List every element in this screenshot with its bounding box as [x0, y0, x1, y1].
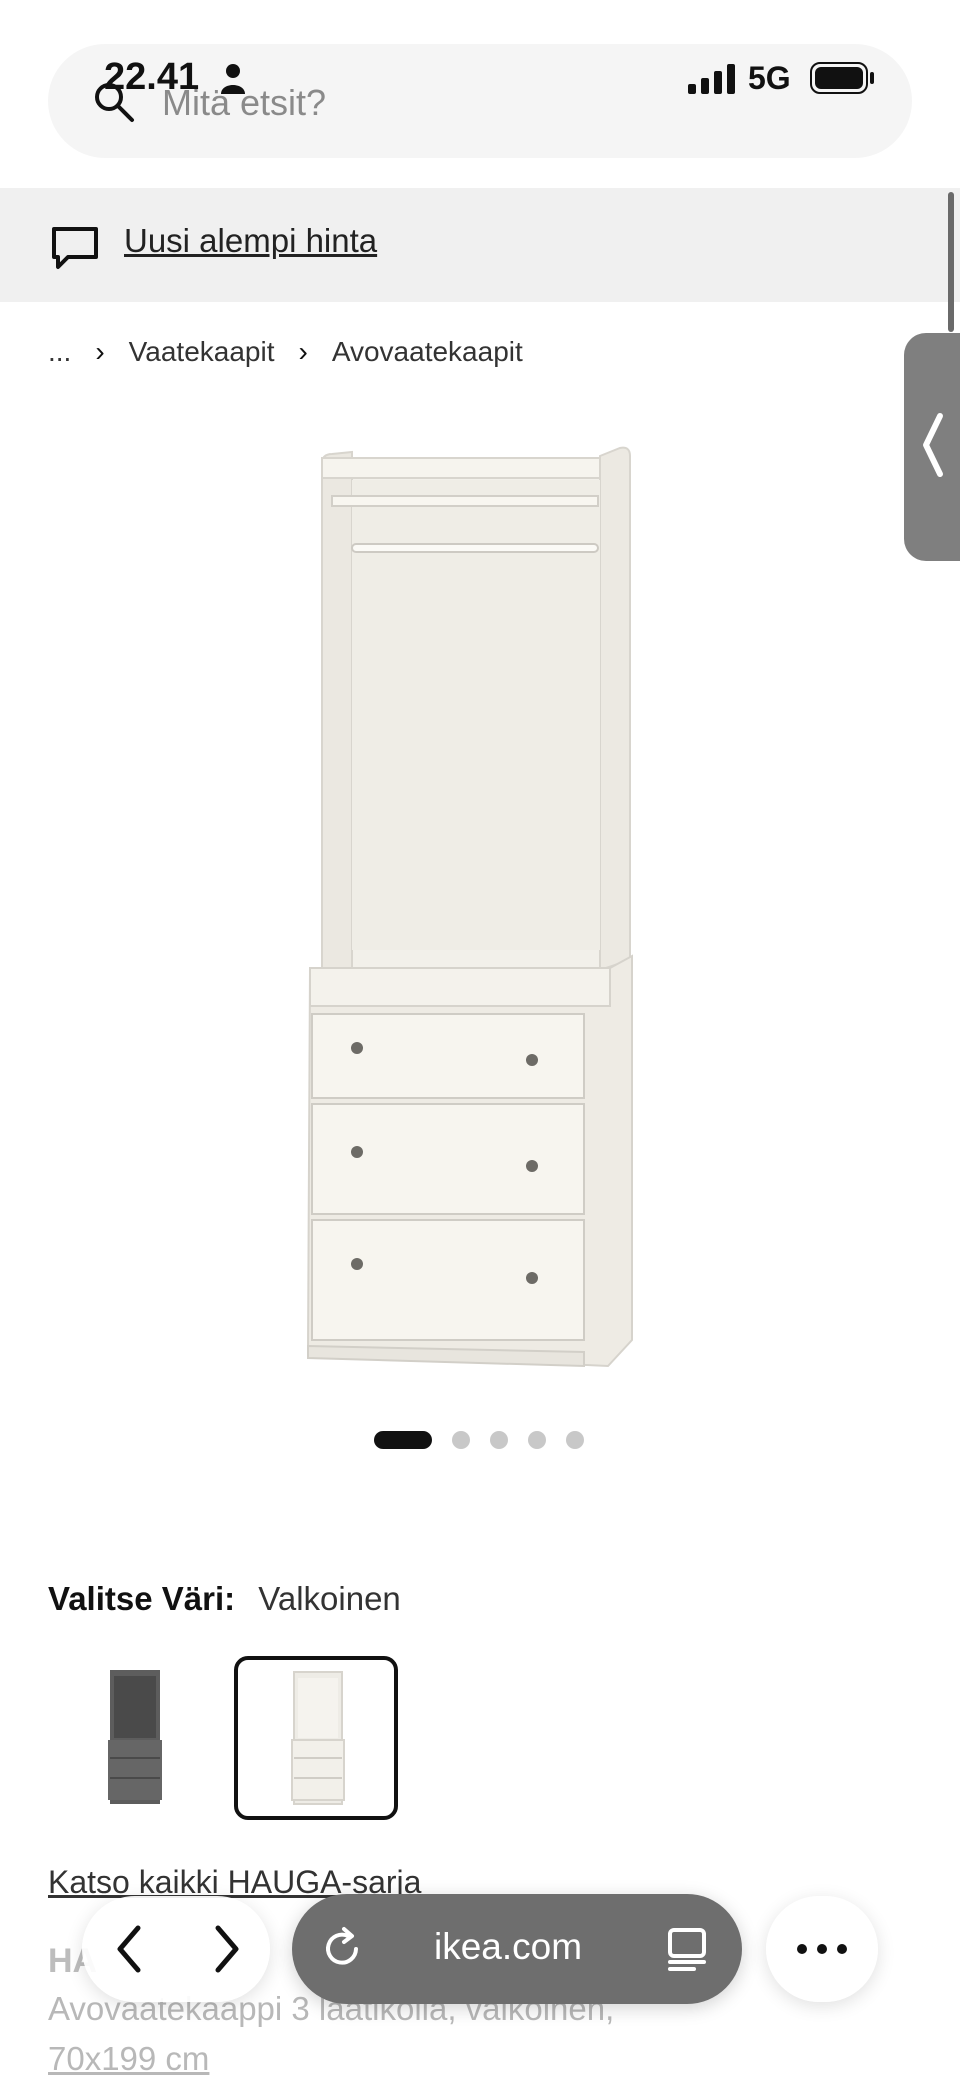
- tabs-icon[interactable]: [664, 1926, 710, 1972]
- color-value: Valkoinen: [258, 1580, 401, 1617]
- grey-wardrobe-thumbnail: [108, 1670, 162, 1804]
- product-size-link[interactable]: 70x199 cm: [48, 2040, 209, 2078]
- person-icon: [221, 64, 245, 94]
- color-selection: Valitse Väri: Valkoinen: [48, 1580, 401, 1618]
- chevron-right-icon: ›: [95, 336, 105, 367]
- image-carousel-dots[interactable]: [374, 1430, 584, 1450]
- chevron-left-icon: [923, 413, 943, 477]
- status-time: 22.41: [104, 56, 200, 98]
- chat-bubble-icon: [52, 227, 98, 269]
- promo-link[interactable]: Uusi alempi hinta: [124, 222, 377, 260]
- battery-icon: [810, 62, 874, 94]
- more-icon[interactable]: [794, 1936, 850, 1962]
- chevron-right-icon: ›: [298, 336, 308, 367]
- breadcrumb-item-vaatekaapit[interactable]: Vaatekaapit: [129, 336, 275, 368]
- url-text[interactable]: ikea.com: [434, 1926, 582, 1968]
- color-swatch-white[interactable]: [234, 1656, 398, 1820]
- forward-icon[interactable]: [204, 1922, 248, 1976]
- breadcrumb: ... › Vaatekaapit › Avovaatekaapit: [48, 336, 523, 368]
- color-label: Valitse Väri:: [48, 1580, 236, 1617]
- network-label: 5G: [748, 60, 791, 96]
- color-swatch-grey[interactable]: [50, 1656, 214, 1820]
- scrollbar[interactable]: [948, 192, 954, 332]
- carousel-dot-4[interactable]: [528, 1431, 546, 1449]
- carousel-dot-3[interactable]: [490, 1431, 508, 1449]
- product-image[interactable]: [270, 440, 680, 1380]
- carousel-dot-1[interactable]: [374, 1431, 432, 1449]
- breadcrumb-ellipsis[interactable]: ...: [48, 336, 71, 368]
- breadcrumb-item-avovaatekaapit[interactable]: Avovaatekaapit: [332, 336, 523, 368]
- carousel-dot-5[interactable]: [566, 1431, 584, 1449]
- carousel-dot-2[interactable]: [452, 1431, 470, 1449]
- reload-icon[interactable]: [318, 1925, 366, 1973]
- signal-icon: [688, 64, 735, 94]
- back-icon[interactable]: [108, 1922, 152, 1976]
- white-wardrobe-thumbnail: [291, 1671, 345, 1805]
